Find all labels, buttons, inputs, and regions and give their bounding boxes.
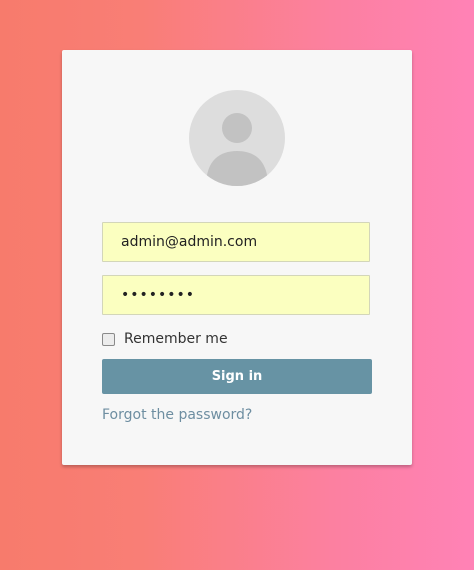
user-silhouette-icon: [206, 113, 268, 186]
sign-in-button[interactable]: Sign in: [102, 359, 372, 394]
forgot-password-link[interactable]: Forgot the password?: [102, 407, 252, 423]
remember-checkbox[interactable]: [102, 332, 115, 346]
remember-me[interactable]: Remember me: [102, 330, 228, 348]
avatar: [189, 90, 285, 186]
login-card: Remember me Sign in Forgot the password?: [62, 50, 412, 465]
email-field[interactable]: [102, 222, 370, 262]
password-field[interactable]: [102, 275, 370, 315]
remember-label: Remember me: [124, 331, 228, 347]
